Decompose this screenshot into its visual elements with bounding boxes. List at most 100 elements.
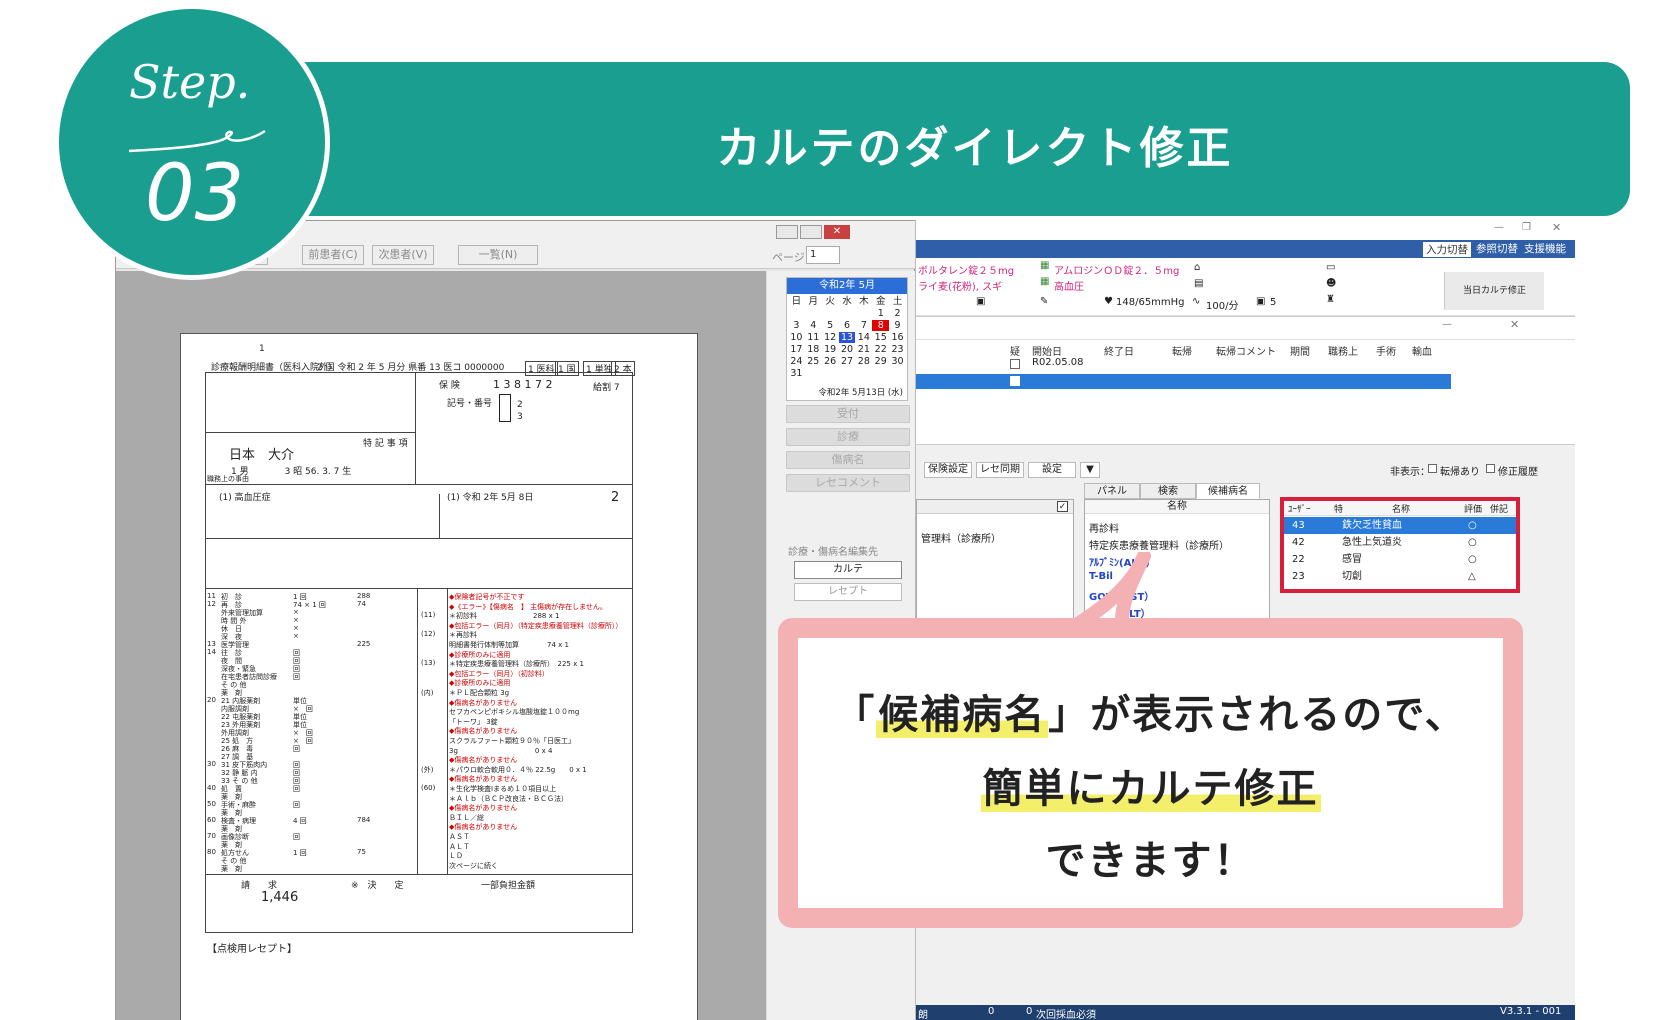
- calendar-day[interactable]: 28: [855, 356, 872, 367]
- insurance-setting-button[interactable]: 保険設定: [924, 462, 972, 478]
- close-icon[interactable]: ✕: [1552, 221, 1561, 234]
- calendar-day[interactable]: 23: [889, 344, 906, 355]
- calendar-title[interactable]: 令和2年 5月: [787, 278, 907, 294]
- rece-comment-button[interactable]: レセコメント: [786, 474, 910, 492]
- candidate-row[interactable]: 22 感冒 ○: [1284, 551, 1516, 568]
- candidate-disease-list: ﾕｰｻﾞｰ 特 名称 評価 併記 43 鉄欠乏性貧血 ○ 42 急性上気道炎 ○ 22 感冒 ○…: [1280, 497, 1520, 593]
- menu-input-switch[interactable]: 入力切替: [1422, 241, 1472, 258]
- tab-search[interactable]: 検索: [1140, 483, 1196, 499]
- note-line: ◆保険者記号が不正です: [449, 593, 525, 601]
- calendar-day[interactable]: 29: [872, 356, 889, 367]
- candidate-row[interactable]: 23 切創 △: [1284, 568, 1516, 585]
- callout-line-3: できます！: [1045, 838, 1256, 884]
- table-header[interactable]: 終了日: [1104, 343, 1134, 358]
- calendar-day[interactable]: 15: [872, 332, 889, 343]
- calendar-day[interactable]: 10: [788, 332, 805, 343]
- table-header[interactable]: 転帰: [1172, 343, 1192, 358]
- calendar-day[interactable]: 19: [822, 344, 839, 355]
- settings-button[interactable]: 設定: [1028, 462, 1076, 478]
- drug-info: ボルタレン錠２５mg: [918, 266, 1015, 277]
- fee-code: 50: [207, 800, 216, 808]
- restore-icon[interactable]: ❐: [1522, 222, 1531, 233]
- calendar-day[interactable]: 3: [788, 320, 805, 331]
- treatment-button[interactable]: 診療: [786, 428, 910, 446]
- select-all-checkbox[interactable]: ✓: [1057, 501, 1068, 512]
- calendar-day[interactable]: 4: [805, 320, 822, 331]
- candidate-user: 23: [1292, 571, 1305, 582]
- calendar-day[interactable]: 5: [822, 320, 839, 331]
- calendar-day[interactable]: 8: [872, 320, 890, 331]
- table-header[interactable]: 転帰コメント: [1216, 343, 1276, 358]
- calendar-day[interactable]: 9: [889, 320, 906, 331]
- calendar-icon: ▤: [1194, 278, 1204, 289]
- calendar-day[interactable]: 30: [889, 356, 906, 367]
- karte-target-button[interactable]: カルテ: [794, 561, 902, 579]
- tab-panel[interactable]: パネル: [1084, 483, 1140, 499]
- calendar-day[interactable]: 2: [889, 308, 906, 319]
- calendar-day[interactable]: 26: [822, 356, 839, 367]
- maximize-button[interactable]: [800, 225, 822, 239]
- table-header[interactable]: 手術: [1376, 343, 1396, 358]
- list-item[interactable]: 再診料: [1089, 520, 1119, 535]
- calendar-day[interactable]: 20: [839, 344, 856, 355]
- tab-candidate-disease[interactable]: 候補病名: [1196, 483, 1260, 499]
- calendar-day[interactable]: 11: [805, 332, 822, 343]
- disease-button[interactable]: 傷病名: [786, 451, 910, 469]
- disease-selected-row[interactable]: [916, 374, 1451, 389]
- close-icon[interactable]: ✕: [1510, 318, 1519, 331]
- suspect-checkbox[interactable]: [1010, 376, 1020, 386]
- table-header[interactable]: 疑: [1010, 343, 1020, 358]
- calendar-day[interactable]: 1: [872, 308, 889, 319]
- candidate-row[interactable]: 43 鉄欠乏性貧血 ○: [1284, 517, 1516, 534]
- dropdown-icon[interactable]: ▼: [1080, 462, 1100, 478]
- list-item[interactable]: 管理料（診療所）: [921, 530, 1001, 545]
- calendar-day[interactable]: 22: [872, 344, 889, 355]
- calendar-day[interactable]: 16: [889, 332, 906, 343]
- calendar-day[interactable]: 6: [839, 320, 856, 331]
- calendar-day[interactable]: 25: [805, 356, 822, 367]
- rece-target-button[interactable]: レセプト: [794, 583, 902, 601]
- calendar-day[interactable]: 17: [788, 344, 805, 355]
- receipt-paper: 1 診療報酬明細書（医科入院外） 2 国 令和 2 年 5 月分 県番 13 医…: [180, 333, 698, 1020]
- fee-count: 回: [293, 785, 300, 793]
- calendar-day[interactable]: 12: [822, 332, 839, 343]
- calendar-day[interactable]: 13: [838, 332, 856, 343]
- rece-sync-button[interactable]: レセ同期: [976, 462, 1024, 478]
- col-user: ﾕｰｻﾞｰ: [1288, 505, 1311, 515]
- calendar-day[interactable]: 27: [839, 356, 856, 367]
- note-line: ＬＤ: [449, 852, 463, 861]
- table-header[interactable]: 期間: [1290, 343, 1310, 358]
- table-header[interactable]: 開始日: [1032, 343, 1062, 358]
- blood-pressure: 148/65mmHg: [1116, 297, 1185, 308]
- fee-count: ×: [293, 632, 299, 640]
- list-item[interactable]: 特定疾患療養管理料（診療所）: [1089, 537, 1229, 552]
- calendar-day[interactable]: 21: [855, 344, 872, 355]
- calendar-day[interactable]: 24: [788, 356, 805, 367]
- next-patient-button[interactable]: 次患者(V): [372, 245, 434, 265]
- list-button[interactable]: 一覧(N): [458, 245, 538, 265]
- minimize-icon[interactable]: —: [1442, 319, 1452, 330]
- menu-support[interactable]: 支援機能: [1524, 241, 1566, 256]
- minimize-button[interactable]: [776, 225, 798, 239]
- show-history-checkbox[interactable]: [1486, 464, 1495, 473]
- start-date: (1) 令和 2年 5月 8日: [447, 493, 534, 503]
- note-line: スクラルファート顆粒９０％「日医工」: [449, 737, 575, 745]
- prev-patient-button[interactable]: 前患者(C): [302, 245, 364, 265]
- calendar-day[interactable]: 18: [805, 344, 822, 355]
- page-input[interactable]: 1: [806, 246, 840, 264]
- note-line: ＊再診料: [449, 631, 477, 640]
- calendar-day[interactable]: 14: [855, 332, 872, 343]
- close-button[interactable]: ✕: [824, 225, 850, 239]
- show-outcome-checkbox[interactable]: [1428, 464, 1437, 473]
- calendar-day[interactable]: 31: [788, 368, 805, 379]
- reception-button[interactable]: 受付: [786, 405, 910, 423]
- table-header[interactable]: 職務上: [1328, 343, 1358, 358]
- suspect-checkbox[interactable]: [1010, 359, 1020, 369]
- calendar-day[interactable]: 7: [855, 320, 872, 331]
- today-karte-edit-button[interactable]: 当日カルテ修正: [1444, 272, 1544, 310]
- fee-count: ×: [293, 608, 299, 616]
- minimize-icon[interactable]: —: [1494, 222, 1504, 233]
- menu-reference-switch[interactable]: 参照切替: [1476, 241, 1518, 256]
- candidate-row[interactable]: 42 急性上気道炎 ○: [1284, 534, 1516, 551]
- table-header[interactable]: 輸血: [1412, 343, 1432, 358]
